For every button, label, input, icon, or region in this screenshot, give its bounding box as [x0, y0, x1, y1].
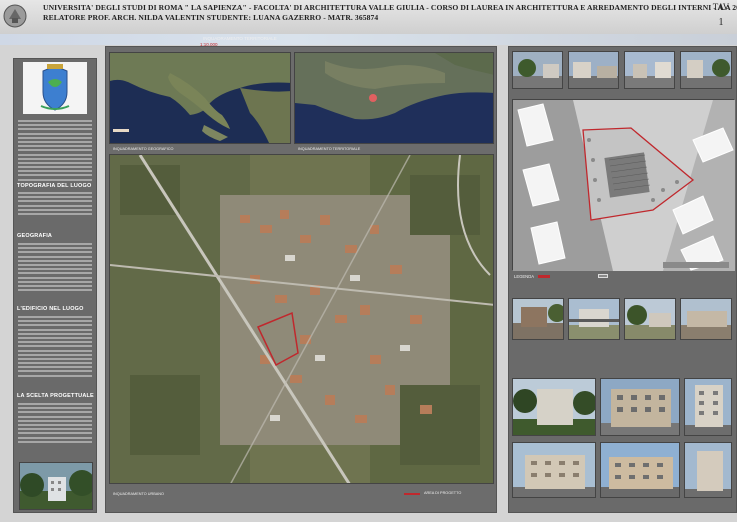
- town-crest: [23, 62, 87, 114]
- section-title-topografia: TOPOGRAFIA DEL LUOGO: [17, 183, 92, 189]
- aerial-caption: INQUADRAMENTO URBANO: [113, 492, 164, 496]
- section-title-edificio: L'EDIFICIO NEL LUOGO: [17, 306, 84, 312]
- header-title: UNIVERSITA' DEGLI STUDI DI ROMA " LA SAP…: [43, 3, 737, 12]
- satellite-map-italy: [109, 52, 291, 144]
- street-photo-4: [680, 51, 732, 89]
- banner-strip: [0, 34, 737, 45]
- map1-caption: INQUADRAMENTO GEOGRAFICO: [113, 147, 174, 151]
- section-text: [18, 243, 92, 293]
- aerial-photo: [109, 154, 494, 484]
- building-photo-2: [600, 378, 680, 436]
- building-photo: [19, 462, 93, 510]
- legend-caption: AREA DI PROGETTO: [424, 491, 462, 495]
- legend-swatch: [404, 493, 420, 495]
- street-photo-3: [624, 51, 675, 89]
- site-photo-4: [680, 298, 732, 340]
- sheet-label: TAV: [712, 2, 730, 12]
- top-label: INQUADRAMENTO TERRITORIALE: [203, 36, 277, 41]
- sheet-value: 1: [718, 17, 724, 28]
- section-text: [18, 192, 92, 217]
- building-photo-3: [684, 378, 732, 436]
- university-logo-icon: [3, 4, 27, 28]
- section-text: [18, 403, 92, 445]
- site-photo-3: [624, 298, 676, 340]
- legend-label: LEGENDA: [514, 274, 535, 279]
- top-sublabel: 1:10.000: [200, 42, 218, 47]
- map-scale-bar: [113, 129, 129, 132]
- site-plan: [512, 99, 735, 271]
- street-photo-2: [568, 51, 619, 89]
- info-table: [18, 120, 92, 183]
- section-title-scelta: LA SCELTA PROGETTUALE: [17, 393, 94, 399]
- site-photo-1: [512, 298, 564, 340]
- section-text: [18, 316, 92, 379]
- map2-caption: INQUADRAMENTO TERRITORIALE: [298, 147, 361, 151]
- building-photo-6: [684, 442, 732, 498]
- section-title-geografia: GEOGRAFIA: [17, 233, 53, 239]
- legend-building-swatch: [598, 274, 608, 278]
- header-authors: RELATORE PROF. ARCH. NILDA VALENTIN STUD…: [43, 13, 379, 22]
- site-photo-2: [568, 298, 620, 340]
- sheet-number: TAV 1: [711, 2, 731, 28]
- crest-icon: [40, 64, 70, 111]
- satellite-map-region: [294, 52, 494, 144]
- building-photo-5: [600, 442, 680, 498]
- legend-site-swatch: [538, 275, 550, 278]
- building-photo-1: [512, 378, 596, 436]
- street-photo-1: [512, 51, 563, 89]
- building-photo-4: [512, 442, 596, 498]
